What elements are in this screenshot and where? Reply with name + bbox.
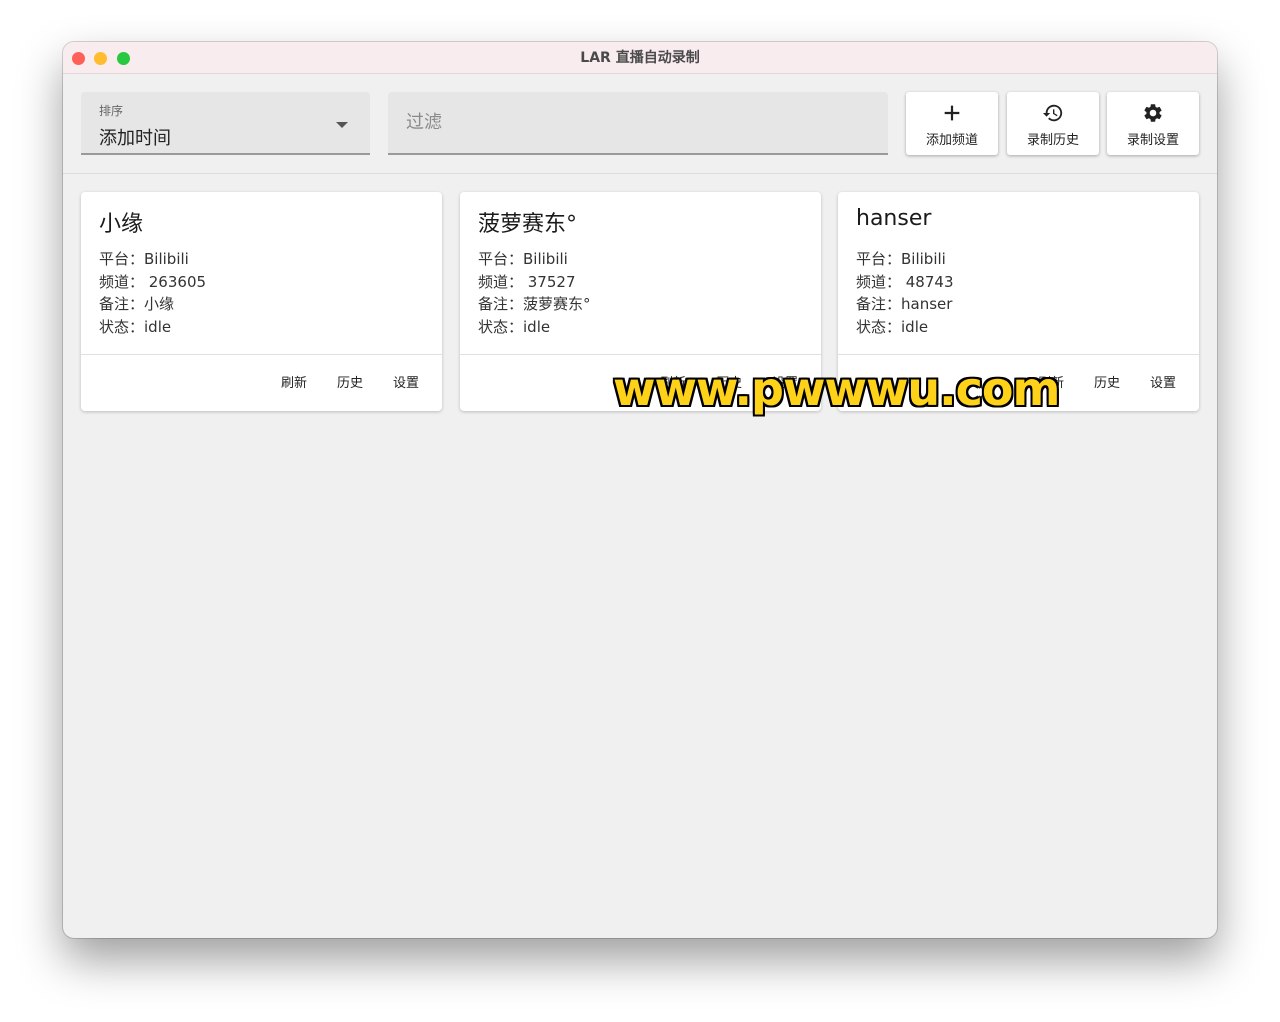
channel-info: 平台：Bilibili 频道： 37527 备注：菠萝赛东° 状态：idle bbox=[478, 248, 591, 338]
platform-text: 平台：Bilibili bbox=[856, 250, 946, 268]
platform-text: 平台：Bilibili bbox=[99, 250, 189, 268]
remark-text: 备注：小缘 bbox=[99, 295, 175, 314]
app-window: LAR 直播自动录制 排序 添加时间 添加频道 录制历史 bbox=[63, 42, 1217, 938]
channel-id-text: 频道： 48743 bbox=[856, 272, 954, 291]
card-divider bbox=[460, 354, 821, 355]
record-settings-button[interactable]: 录制设置 bbox=[1107, 92, 1199, 155]
card-actions: 刷新 历史 设置 bbox=[266, 364, 442, 404]
history-button[interactable]: 历史 bbox=[322, 364, 378, 404]
channel-name: 小缘 bbox=[99, 212, 144, 237]
add-channel-button[interactable]: 添加频道 bbox=[906, 92, 998, 155]
platform-text: 平台：Bilibili bbox=[478, 250, 568, 268]
channel-card: hanser 平台：Bilibili 频道： 48743 备注：hanser 状… bbox=[838, 192, 1199, 411]
status-text: 状态：idle bbox=[478, 317, 551, 336]
channel-card: 菠萝赛东° 平台：Bilibili 频道： 37527 备注：菠萝赛东° 状态：… bbox=[460, 192, 821, 411]
plus-icon bbox=[906, 102, 998, 124]
status-text: 状态：idle bbox=[99, 317, 172, 336]
remark-text: 备注：菠萝赛东° bbox=[478, 295, 591, 314]
settings-button[interactable]: 设置 bbox=[378, 364, 434, 404]
add-channel-label: 添加频道 bbox=[925, 133, 978, 148]
history-icon bbox=[1007, 102, 1099, 124]
toolbar: 排序 添加时间 添加频道 录制历史 bbox=[63, 74, 1217, 174]
channel-id-text: 频道： 37527 bbox=[478, 272, 576, 291]
refresh-button[interactable]: 刷新 bbox=[266, 364, 322, 404]
refresh-button[interactable]: 刷新 bbox=[1023, 364, 1079, 404]
refresh-button[interactable]: 刷新 bbox=[645, 364, 701, 404]
channel-card: 小缘 平台：Bilibili 频道： 263605 备注：小缘 状态：idle … bbox=[81, 192, 442, 411]
history-button[interactable]: 历史 bbox=[1079, 364, 1135, 404]
gear-icon bbox=[1107, 102, 1199, 124]
channel-info: 平台：Bilibili 频道： 263605 备注：小缘 状态：idle bbox=[99, 248, 206, 338]
window-title: LAR 直播自动录制 bbox=[580, 50, 700, 66]
card-actions: 刷新 历史 设置 bbox=[645, 364, 821, 404]
card-divider bbox=[838, 354, 1199, 355]
channel-id-text: 频道： 263605 bbox=[99, 272, 207, 291]
settings-button[interactable]: 设置 bbox=[757, 364, 813, 404]
record-history-label: 录制历史 bbox=[1026, 133, 1079, 148]
dropdown-arrow-icon[interactable] bbox=[336, 122, 348, 128]
title-bar: LAR 直播自动录制 bbox=[63, 42, 1217, 74]
sort-select[interactable]: 排序 添加时间 bbox=[81, 92, 370, 155]
remark-text: 备注：hanser bbox=[856, 295, 953, 314]
card-actions: 刷新 历史 设置 bbox=[1023, 364, 1199, 404]
sort-label: 排序 bbox=[99, 104, 124, 118]
record-settings-label: 录制设置 bbox=[1126, 133, 1179, 148]
status-text: 状态：idle bbox=[856, 317, 929, 336]
sort-value: 添加时间 bbox=[99, 128, 171, 149]
channel-name: 菠萝赛东° bbox=[478, 212, 578, 237]
channel-name: hanser bbox=[856, 206, 932, 231]
record-history-button[interactable]: 录制历史 bbox=[1007, 92, 1099, 155]
settings-button[interactable]: 设置 bbox=[1135, 364, 1191, 404]
channel-info: 平台：Bilibili 频道： 48743 备注：hanser 状态：idle bbox=[856, 248, 954, 338]
card-divider bbox=[81, 354, 442, 355]
channel-list: 小缘 平台：Bilibili 频道： 263605 备注：小缘 状态：idle … bbox=[63, 175, 1217, 938]
filter-input[interactable] bbox=[388, 92, 888, 153]
history-button[interactable]: 历史 bbox=[701, 364, 757, 404]
filter-field[interactable] bbox=[388, 92, 888, 155]
